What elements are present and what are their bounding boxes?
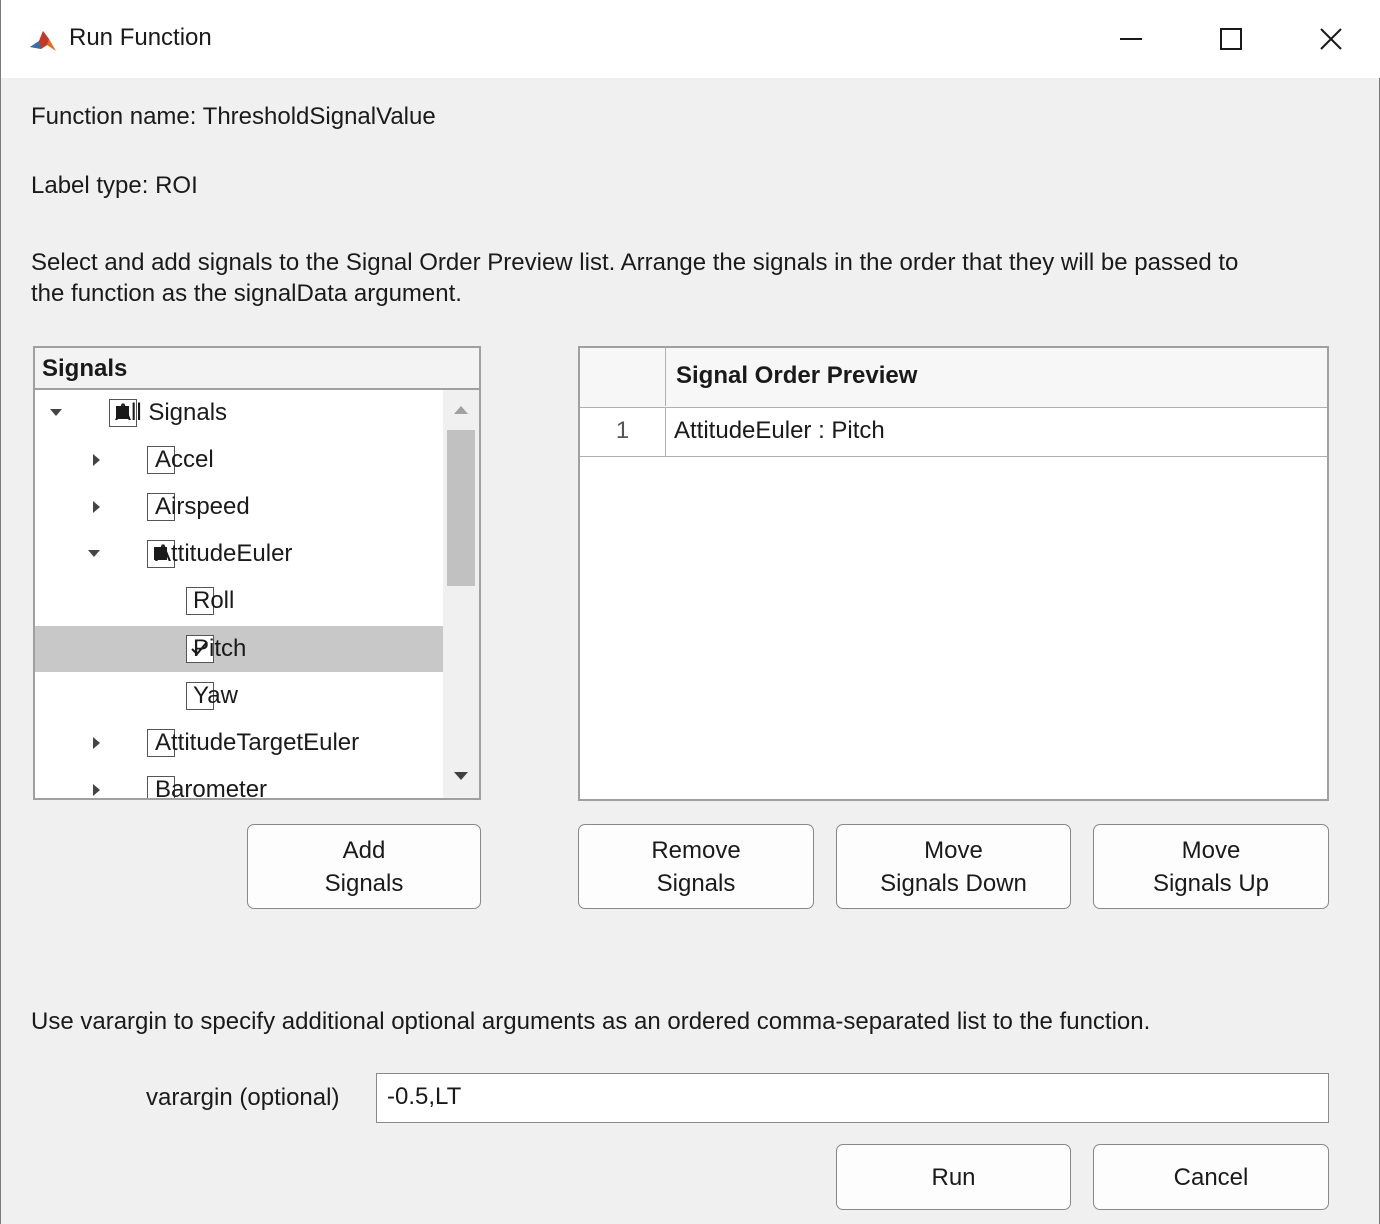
signals-header: Signals <box>35 348 479 390</box>
minimize-button[interactable] <box>1081 0 1181 78</box>
caret-right-icon[interactable] <box>89 451 103 469</box>
tree-item-label: Airspeed <box>155 493 250 520</box>
cancel-label: Cancel <box>1173 1163 1249 1191</box>
tree-item-attitude-euler[interactable]: AttitudeEuler <box>35 531 443 577</box>
maximize-button[interactable] <box>1181 0 1281 78</box>
caret-right-icon[interactable] <box>89 781 103 798</box>
close-icon <box>1320 28 1342 50</box>
add-signals-button[interactable]: Add Signals <box>247 824 481 909</box>
tree-item-all-signals[interactable]: All Signals <box>35 390 443 436</box>
varargin-input[interactable]: -0.5,LT <box>376 1073 1329 1123</box>
tree-item-label: All Signals <box>115 399 228 426</box>
caret-down-icon[interactable] <box>87 545 101 563</box>
title-bar: Run Function <box>1 0 1380 78</box>
tree-item-barometer[interactable]: Barometer <box>35 767 443 798</box>
cancel-button[interactable]: Cancel <box>1093 1144 1329 1210</box>
caret-right-icon[interactable] <box>89 498 103 516</box>
window-title: Run Function <box>69 24 212 51</box>
signals-tree-panel: Signals All Signals Accel Airspeed Attit… <box>33 346 481 800</box>
add-signals-label: Add Signals <box>324 836 404 897</box>
instructions-line-2: the function as the signalData argument. <box>31 280 462 307</box>
tree-item-yaw[interactable]: Yaw <box>35 673 443 719</box>
signal-order-preview-table: Signal Order Preview 1 AttitudeEuler : P… <box>578 346 1329 801</box>
tree-item-label: Accel <box>155 446 214 473</box>
remove-signals-button[interactable]: Remove Signals <box>578 824 814 909</box>
signals-scrollbar[interactable] <box>443 390 479 798</box>
label-type-label: Label type: ROI <box>31 172 198 199</box>
tree-item-label: Roll <box>193 587 235 614</box>
run-label: Run <box>931 1163 976 1191</box>
caret-down-icon[interactable] <box>49 404 63 422</box>
varargin-label: varargin (optional) <box>146 1084 340 1111</box>
row-index: 1 <box>580 408 666 456</box>
table-row[interactable]: 1 AttitudeEuler : Pitch <box>580 408 1327 457</box>
tree-item-attitude-target-euler[interactable]: AttitudeTargetEuler <box>35 720 443 766</box>
tree-item-label: Yaw <box>193 682 238 709</box>
remove-signals-label: Remove Signals <box>651 836 741 897</box>
matlab-icon <box>27 27 59 55</box>
scroll-down-icon[interactable] <box>453 770 469 782</box>
tree-item-pitch[interactable]: Pitch <box>35 626 443 672</box>
run-function-dialog: Run Function Function name: ThresholdSig… <box>0 0 1380 1224</box>
close-button[interactable] <box>1281 0 1380 78</box>
tree-item-label: AttitudeTargetEuler <box>155 729 360 756</box>
index-column-header <box>580 348 666 406</box>
tree-item-airspeed[interactable]: Airspeed <box>35 484 443 530</box>
varargin-description: Use varargin to specify additional optio… <box>31 1008 1151 1035</box>
move-signals-up-button[interactable]: Move Signals Up <box>1093 824 1329 909</box>
signals-tree: All Signals Accel Airspeed AttitudeEuler… <box>35 390 443 798</box>
scroll-up-icon[interactable] <box>453 404 469 416</box>
row-signal-name: AttitudeEuler : Pitch <box>674 417 885 444</box>
scroll-thumb[interactable] <box>447 430 475 586</box>
table-header: Signal Order Preview <box>580 348 1327 408</box>
maximize-icon <box>1220 28 1242 50</box>
move-signals-down-label: Move Signals Down <box>880 836 1027 897</box>
function-name-label: Function name: ThresholdSignalValue <box>31 103 436 130</box>
minimize-icon <box>1120 38 1142 40</box>
move-signals-down-button[interactable]: Move Signals Down <box>836 824 1071 909</box>
instructions-line-1: Select and add signals to the Signal Ord… <box>31 249 1239 276</box>
tree-item-label: Pitch <box>193 635 247 662</box>
signal-order-preview-header: Signal Order Preview <box>676 362 918 389</box>
move-signals-up-label: Move Signals Up <box>1152 836 1270 897</box>
tree-item-roll[interactable]: Roll <box>35 578 443 624</box>
signals-header-label: Signals <box>42 355 128 382</box>
tree-item-accel[interactable]: Accel <box>35 437 443 483</box>
caret-right-icon[interactable] <box>89 734 103 752</box>
run-button[interactable]: Run <box>836 1144 1071 1210</box>
tree-item-label: Barometer <box>155 776 268 798</box>
tree-item-label: AttitudeEuler <box>155 540 293 567</box>
